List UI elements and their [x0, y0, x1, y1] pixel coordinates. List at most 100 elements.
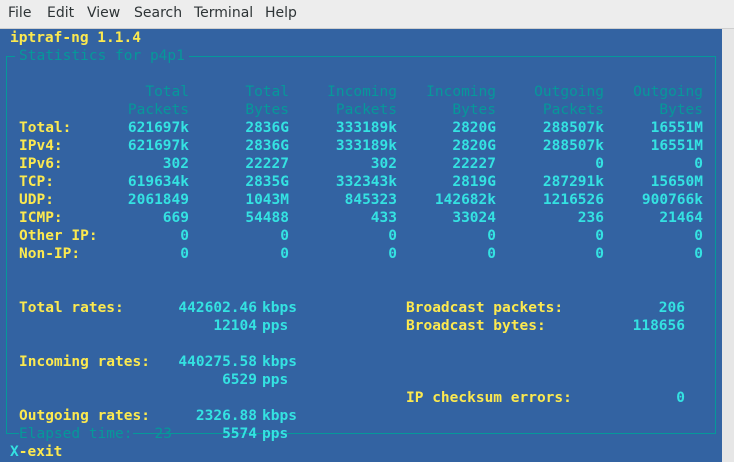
table-cell: 0	[280, 246, 289, 262]
rate-kbps-incoming: 440275.58	[178, 354, 257, 370]
row-label: IPv4:	[19, 138, 63, 154]
table-cell: 0	[388, 228, 397, 244]
row-label: Total:	[19, 120, 72, 136]
column-header: Total	[145, 84, 189, 100]
table-cell: 0	[694, 228, 703, 244]
menu-help[interactable]: Help	[265, 5, 297, 21]
table-cell: 33024	[452, 210, 496, 226]
scrollbar[interactable]	[722, 29, 734, 462]
table-cell: 2061849	[127, 192, 189, 208]
table-cell: 22227	[245, 156, 289, 172]
table-cell: 236	[577, 210, 604, 226]
elapsed-label: Elapsed time:	[19, 425, 133, 443]
table-cell: 2836G	[245, 138, 289, 154]
broadcast-bytes-label: Broadcast bytes:	[406, 318, 546, 334]
menu-file[interactable]: File	[8, 5, 31, 21]
table-cell: 288507k	[542, 138, 604, 154]
table-cell: 2819G	[452, 174, 496, 190]
table-cell: 15650M	[650, 174, 703, 190]
column-header: Packets	[335, 102, 397, 118]
column-header: Outgoing	[633, 84, 703, 100]
table-cell: 1043M	[245, 192, 289, 208]
kbps-unit: kbps	[262, 300, 297, 316]
rate-pps-outgoing: 5574	[222, 426, 257, 442]
rate-kbps-total: 442602.46	[178, 300, 257, 316]
table-cell: 0	[694, 246, 703, 262]
exit-hint[interactable]: X-exit	[10, 443, 62, 461]
table-cell: 332343k	[335, 174, 397, 190]
table-cell: 0	[694, 156, 703, 172]
kbps-unit: kbps	[262, 354, 297, 370]
table-cell: 621697k	[127, 120, 189, 136]
pps-unit: pps	[262, 426, 289, 442]
pps-unit: pps	[262, 372, 289, 388]
rate-label-total: Total rates:	[19, 300, 124, 316]
table-cell: 619634k	[127, 174, 189, 190]
table-cell: 16551M	[650, 138, 703, 154]
terminal[interactable]: iptraf-ng 1.1.4 Statistics for p4p1 Elap…	[0, 29, 722, 462]
table-cell: 0	[180, 246, 189, 262]
table-cell: 287291k	[542, 174, 604, 190]
column-header: Outgoing	[534, 84, 604, 100]
table-cell: 433	[370, 210, 397, 226]
rate-label-outgoing: Outgoing rates:	[19, 408, 150, 424]
column-header: Incoming	[426, 84, 496, 100]
menu-edit[interactable]: Edit	[47, 5, 74, 21]
table-cell: 0	[487, 228, 496, 244]
table-cell: 900766k	[641, 192, 703, 208]
column-header: Bytes	[245, 102, 289, 118]
rate-label-incoming: Incoming rates:	[19, 354, 150, 370]
pps-unit: pps	[262, 318, 289, 334]
elapsed-value: 23	[154, 426, 172, 442]
exit-action: -exit	[18, 444, 63, 460]
table-cell: 2820G	[452, 120, 496, 136]
table-cell: 845323	[344, 192, 397, 208]
checksum-errors-label: IP checksum errors:	[406, 390, 572, 406]
table-cell: 669	[162, 210, 189, 226]
column-header: Incoming	[327, 84, 397, 100]
table-cell: 0	[487, 246, 496, 262]
table-cell: 2835G	[245, 174, 289, 190]
table-cell: 22227	[452, 156, 496, 172]
column-header: Packets	[542, 102, 604, 118]
row-label: IPv6:	[19, 156, 63, 172]
table-cell: 0	[595, 228, 604, 244]
broadcast-packets-value: 206	[658, 300, 685, 316]
table-cell: 142682k	[434, 192, 496, 208]
table-cell: 2836G	[245, 120, 289, 136]
table-cell: 0	[595, 156, 604, 172]
row-label: Non-IP:	[19, 246, 81, 262]
kbps-unit: kbps	[262, 408, 297, 424]
row-label: UDP:	[19, 192, 54, 208]
broadcast-bytes-value: 118656	[632, 318, 685, 334]
menu-search[interactable]: Search	[134, 5, 182, 21]
table-cell: 333189k	[335, 120, 397, 136]
table-cell: 333189k	[335, 138, 397, 154]
broadcast-packets-label: Broadcast packets:	[406, 300, 564, 316]
checksum-errors-value: 0	[676, 390, 685, 406]
table-cell: 0	[595, 246, 604, 262]
column-header: Packets	[127, 102, 189, 118]
column-header: Total	[245, 84, 289, 100]
table-cell: 621697k	[127, 138, 189, 154]
menu-terminal[interactable]: Terminal	[194, 5, 253, 21]
table-cell: 0	[280, 228, 289, 244]
table-cell: 0	[180, 228, 189, 244]
rate-kbps-outgoing: 2326.88	[195, 408, 257, 424]
table-cell: 16551M	[650, 120, 703, 136]
column-header: Bytes	[659, 102, 703, 118]
row-label: TCP:	[19, 174, 54, 190]
table-cell: 302	[370, 156, 397, 172]
table-cell: 1216526	[542, 192, 604, 208]
menu-bar: File Edit View Search Terminal Help	[0, 0, 734, 29]
table-cell: 288507k	[542, 120, 604, 136]
app-title: iptraf-ng 1.1.4	[10, 30, 141, 46]
column-header: Bytes	[452, 102, 496, 118]
table-cell: 2820G	[452, 138, 496, 154]
rate-pps-total: 12104	[213, 318, 257, 334]
row-label: Other IP:	[19, 228, 98, 244]
table-cell: 302	[162, 156, 189, 172]
rate-pps-incoming: 6529	[222, 372, 257, 388]
table-cell: 21464	[659, 210, 703, 226]
menu-view[interactable]: View	[87, 5, 120, 21]
